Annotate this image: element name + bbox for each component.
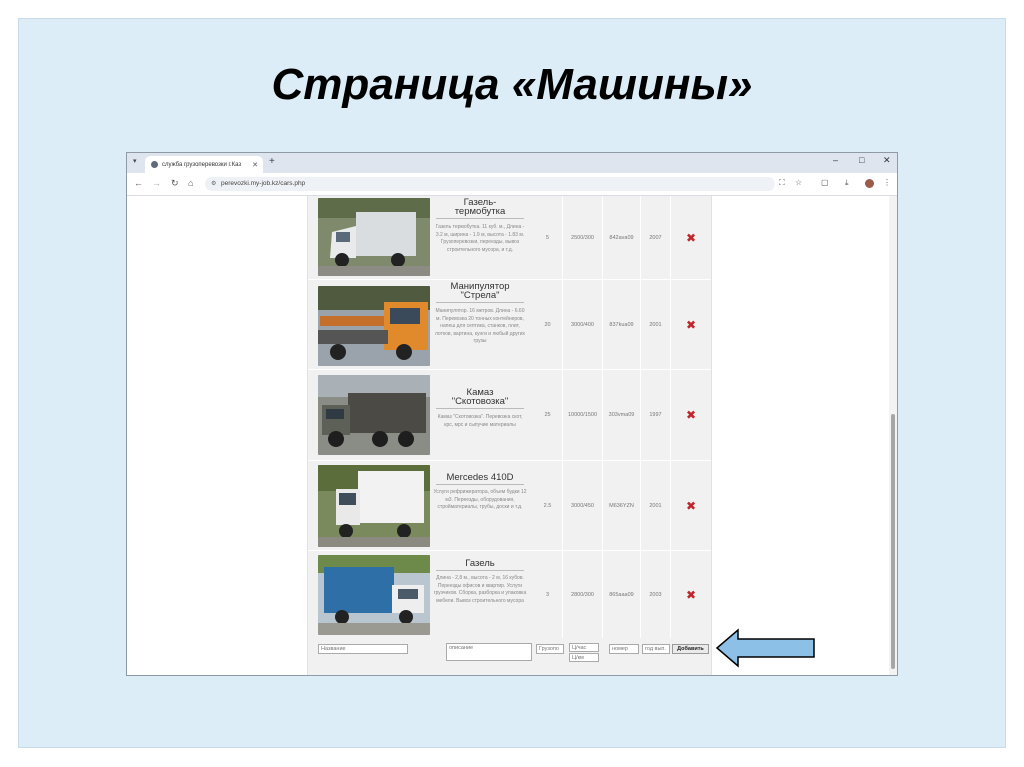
car-photo [318, 198, 430, 276]
globe-icon [151, 161, 158, 168]
car-year: 2007 [641, 196, 671, 279]
minimize-button[interactable]: – [833, 155, 838, 165]
tab-title: служба грузоперевозки г.Каз [162, 161, 242, 168]
new-tab-button[interactable]: + [269, 156, 275, 167]
car-description: Камаз "Скотовозка". Перевозка скот, крс,… [437, 414, 523, 428]
extensions-icon[interactable]: ▢ [821, 178, 829, 187]
menu-kebab-icon[interactable]: ⋮ [883, 178, 891, 187]
url-text: perevozki.my-job.kz/cars.php [221, 180, 306, 187]
car-price: 2500/300 [563, 196, 603, 279]
table-row: Газель-термобутка Газель термобутка. 11 … [308, 196, 711, 280]
car-capacity: 5 [533, 196, 563, 279]
address-bar-row: ← → ↻ ⌂ ⚙ perevozki.my-job.kz/cars.php ⛶… [127, 173, 897, 196]
delete-cell: ✖ [671, 280, 711, 369]
scrollbar[interactable] [889, 196, 897, 675]
delete-icon[interactable]: ✖ [686, 318, 696, 332]
car-year: 2001 [641, 461, 671, 550]
maximize-button[interactable]: □ [859, 155, 864, 165]
site-settings-icon[interactable]: ⚙ [211, 177, 216, 191]
delete-icon[interactable]: ✖ [686, 499, 696, 513]
plate-input[interactable] [609, 644, 639, 654]
car-name: Камаз "Скотовозка" [436, 388, 524, 409]
url-field[interactable]: ⚙ perevozki.my-job.kz/cars.php [205, 177, 775, 191]
browser-window: ▾ служба грузоперевозки г.Каз ✕ + – □ ✕ … [126, 152, 898, 676]
car-price: 10000/1500 [563, 370, 603, 460]
car-name: Газель-термобутка [436, 198, 524, 219]
delete-icon[interactable]: ✖ [686, 588, 696, 602]
tab-bar: ▾ служба грузоперевозки г.Каз ✕ + – □ ✕ [127, 153, 897, 173]
close-window-button[interactable]: ✕ [883, 155, 891, 166]
car-price: 3000/450 [563, 461, 603, 550]
year-input[interactable] [642, 644, 670, 654]
car-photo [318, 375, 430, 455]
car-year: 2003 [641, 551, 671, 638]
tab-close-icon[interactable]: ✕ [252, 161, 258, 169]
delete-icon[interactable]: ✖ [686, 408, 696, 422]
car-description-input[interactable] [446, 643, 532, 661]
cars-table: Газель-термобутка Газель термобутка. 11 … [307, 196, 712, 638]
car-description: Манипулятор. 16 метров. Длина - 6.60 м. … [434, 308, 526, 345]
table-row: Манипулятор "Стрела" Манипулятор. 16 метр… [308, 280, 711, 370]
translate-icon[interactable]: ⛶ [779, 178, 785, 188]
delete-cell: ✖ [671, 551, 711, 638]
table-row: Камаз "Скотовозка" Камаз "Скотовозка". Пе… [308, 370, 711, 461]
car-capacity: 25 [533, 370, 563, 460]
car-plate: 842ava09 [603, 196, 641, 279]
delete-cell: ✖ [671, 461, 711, 550]
car-price: 3000/400 [563, 280, 603, 369]
car-year: 1997 [641, 370, 671, 460]
car-name: Газель [436, 559, 524, 571]
car-name-input[interactable] [318, 644, 408, 654]
scrollbar-thumb[interactable] [891, 414, 895, 669]
page-content: Газель-термобутка Газель термобутка. 11 … [127, 196, 897, 675]
table-row: Газель Длина - 2,8 м., высота - 2 м, 16 … [308, 551, 711, 638]
car-photo [318, 555, 430, 635]
car-photo [318, 465, 430, 547]
home-icon[interactable]: ⌂ [188, 178, 193, 188]
delete-cell: ✖ [671, 370, 711, 460]
delete-icon[interactable]: ✖ [686, 231, 696, 245]
car-name: Mercedes 410D [436, 473, 524, 485]
bookmark-star-icon[interactable]: ☆ [795, 178, 802, 187]
car-plate: 865aaa09 [603, 551, 641, 638]
car-plate: 303vma09 [603, 370, 641, 460]
car-plate: M636YZN [603, 461, 641, 550]
browser-tab[interactable]: служба грузоперевозки г.Каз ✕ [145, 156, 263, 173]
price-km-input[interactable] [569, 653, 599, 662]
car-capacity: 2.5 [533, 461, 563, 550]
forward-arrow-icon[interactable]: → [152, 178, 161, 188]
add-car-button[interactable]: Добавить [672, 644, 709, 654]
profile-avatar[interactable] [865, 179, 874, 188]
add-car-form: Добавить [307, 638, 712, 675]
car-price: 2800/300 [563, 551, 603, 638]
capacity-input[interactable] [536, 644, 564, 654]
tab-list-chevron-icon[interactable]: ▾ [133, 157, 137, 165]
car-photo [318, 286, 430, 366]
table-row: Mercedes 410D Услуги рефрижератора, объе… [308, 461, 711, 551]
price-hour-input[interactable] [569, 643, 599, 652]
reload-icon[interactable]: ↻ [171, 178, 179, 189]
delete-cell: ✖ [671, 196, 711, 279]
car-description: Услуги рефрижератора, объем будки 12 м3.… [433, 489, 527, 511]
download-icon[interactable]: ⤓ [845, 178, 849, 188]
car-plate: 837kua09 [603, 280, 641, 369]
car-capacity: 3 [533, 551, 563, 638]
car-description: Газель термобутка. 11 куб. м., Длина - 3… [435, 224, 525, 253]
car-name: Манипулятор "Стрела" [436, 282, 524, 303]
slide-title: Страница «Машины» [271, 60, 753, 109]
back-arrow-icon[interactable]: ← [134, 178, 143, 188]
car-description: Длина - 2,8 м., высота - 2 м, 16 кубов. … [433, 575, 527, 604]
car-capacity: 20 [533, 280, 563, 369]
car-year: 2001 [641, 280, 671, 369]
pointer-arrow-icon [716, 628, 815, 668]
